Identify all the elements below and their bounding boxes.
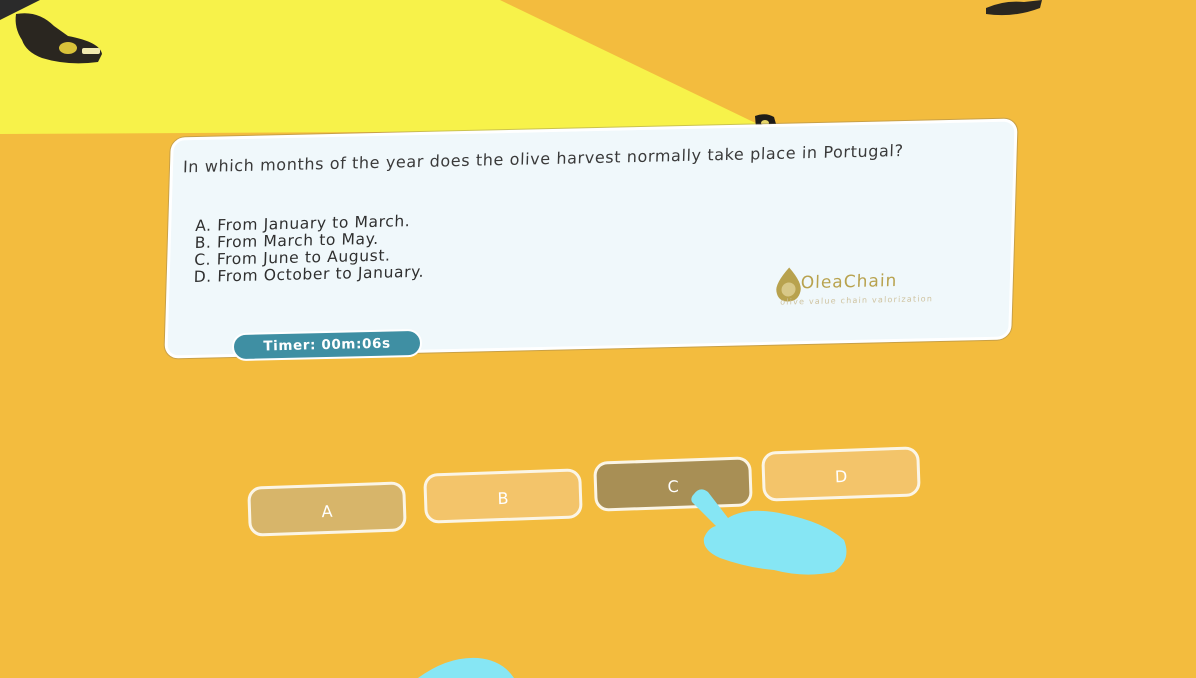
vr-scene: In which months of the year does the oli… — [0, 0, 1196, 678]
brand-name: OleaChain — [800, 271, 898, 294]
ceiling-lamp-icon — [15, 13, 103, 64]
timer-badge: Timer: 00m:06s — [231, 328, 423, 362]
answer-button-a[interactable]: A — [247, 481, 407, 537]
second-hand-icon — [418, 657, 514, 678]
option-d-text: D. From October to January. — [193, 262, 425, 286]
pointing-hand-icon — [691, 489, 847, 575]
answer-button-b[interactable]: B — [423, 468, 583, 524]
oleachain-logo: OleaChain olive value chain valorization — [772, 259, 989, 314]
ceiling-lamp-icon — [986, 0, 1042, 16]
question-panel: In which months of the year does the oli… — [164, 118, 1018, 359]
question-text: In which months of the year does the oli… — [182, 140, 904, 177]
answer-options-list: A. From January to March. B. From March … — [193, 212, 425, 286]
